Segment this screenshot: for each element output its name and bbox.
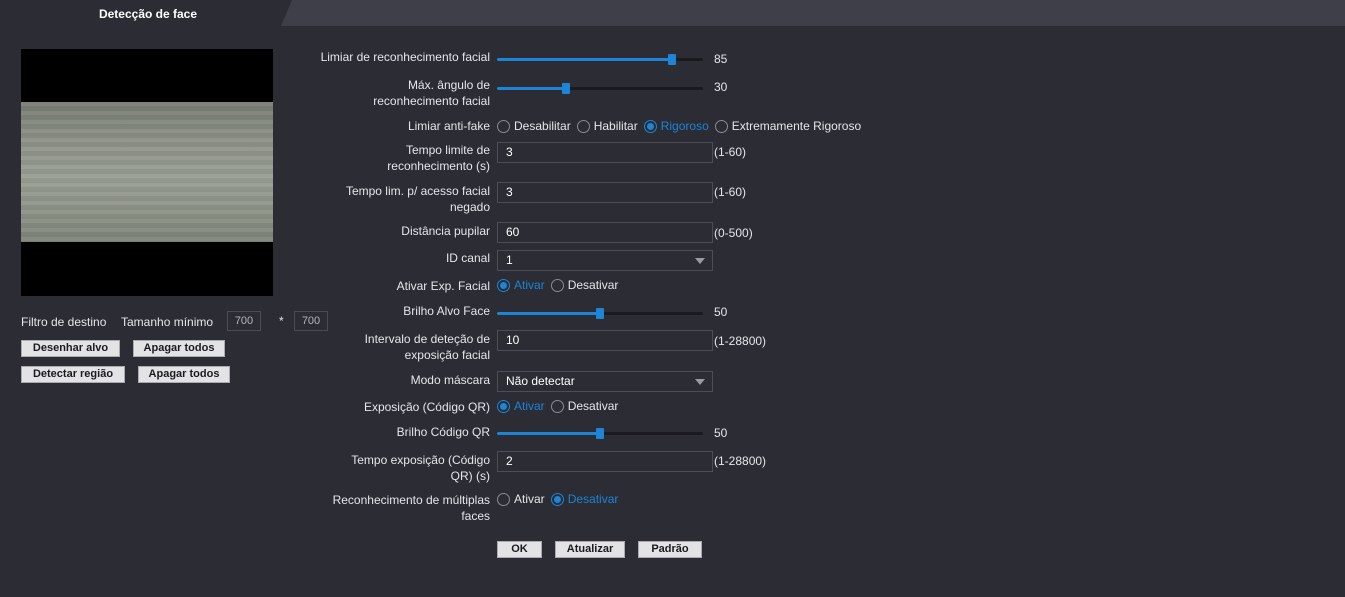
radio-ativar[interactable]: Ativar xyxy=(497,492,551,506)
pupil-distance-input[interactable]: 60 xyxy=(497,222,713,243)
slider-thumb[interactable] xyxy=(561,83,570,94)
refresh-button[interactable]: Atualizar xyxy=(555,541,625,558)
face-brightness-value: 50 xyxy=(714,305,728,319)
pupil-distance-label: Distância pupilar xyxy=(401,224,490,238)
camera-preview[interactable] xyxy=(21,49,273,296)
exposure-interval-input[interactable]: 10 xyxy=(497,330,713,351)
radio-habilitar[interactable]: Habilitar xyxy=(576,119,644,133)
qr-exposure-radio-group: Ativar Desativar xyxy=(497,398,624,414)
radio-desativar[interactable]: Desativar xyxy=(550,278,625,292)
slider-thumb[interactable] xyxy=(668,54,677,65)
qr-brightness-slider[interactable] xyxy=(497,427,703,439)
radio-label: Desativar xyxy=(567,278,619,292)
multi-face-radio-group: Ativar Desativar xyxy=(497,491,624,507)
mask-mode-value: Não detectar xyxy=(506,374,575,388)
camera-image xyxy=(21,102,273,242)
radio-label: Habilitar xyxy=(593,119,638,133)
recognition-timeout-label: Tempo limite de reconhecimento (s) xyxy=(387,143,490,173)
chevron-down-icon xyxy=(695,258,705,264)
min-height-field[interactable]: 700 xyxy=(294,311,328,331)
default-button[interactable]: Padrão xyxy=(638,541,702,558)
radio-unchecked-icon[interactable] xyxy=(714,119,728,133)
qr-exposure-time-input[interactable]: 2 xyxy=(497,451,713,472)
qr-brightness-value: 50 xyxy=(714,426,728,440)
radio-unchecked-icon[interactable] xyxy=(497,492,510,506)
radio-checked-icon[interactable] xyxy=(550,492,564,506)
radio-ativar[interactable]: Ativar xyxy=(497,278,551,292)
anti-fake-radio-group: Desabilitar Habilitar Rigoroso Extremamente… xyxy=(497,118,867,134)
target-filter-label: Filtro de destino xyxy=(21,315,107,329)
mask-mode-select[interactable]: Não detectar xyxy=(497,371,713,392)
slider-thumb[interactable] xyxy=(596,308,604,319)
channel-id-value: 1 xyxy=(506,253,513,267)
slider-fill xyxy=(497,312,600,315)
denied-timeout-label: Tempo lim. p/ acesso facial negado xyxy=(345,184,490,214)
radio-label: Desativar xyxy=(567,492,619,506)
recognition-timeout-input[interactable]: 3 xyxy=(497,142,713,163)
size-separator: * xyxy=(279,314,284,328)
recognition-timeout-range: (1-60) xyxy=(714,145,747,159)
radio-label: Desativar xyxy=(567,399,619,413)
radio-label: Rigoroso xyxy=(660,119,709,133)
radio-extremamente-rigoroso[interactable]: Extremamente Rigoroso xyxy=(714,119,867,133)
slider-fill xyxy=(497,58,673,61)
radio-desabilitar[interactable]: Desabilitar xyxy=(497,119,577,133)
denied-timeout-input[interactable]: 3 xyxy=(497,182,713,203)
radio-checked-icon[interactable] xyxy=(497,399,510,413)
min-width-field[interactable]: 700 xyxy=(227,311,261,331)
mask-mode-label: Modo máscara xyxy=(410,373,490,387)
radio-checked-icon[interactable] xyxy=(497,278,510,292)
recognition-threshold-label: Limiar de reconhecimento facial xyxy=(320,50,490,64)
max-angle-slider[interactable] xyxy=(497,82,703,94)
radio-checked-icon[interactable] xyxy=(643,119,657,133)
radio-ativar[interactable]: Ativar xyxy=(497,399,551,413)
radio-rigoroso[interactable]: Rigoroso xyxy=(643,119,715,133)
slider-thumb[interactable] xyxy=(596,428,604,439)
radio-unchecked-icon[interactable] xyxy=(550,399,564,413)
qr-exposure-time-label: Tempo exposição (Código QR) (s) xyxy=(351,453,490,483)
radio-unchecked-icon[interactable] xyxy=(497,119,510,133)
channel-id-label: ID canal xyxy=(445,251,490,265)
clear-all-button-1[interactable]: Apagar todos xyxy=(133,340,225,357)
face-exposure-label: Ativar Exp. Facial xyxy=(396,279,490,293)
recognition-threshold-slider[interactable] xyxy=(497,53,703,65)
qr-exposure-time-range: (1-28800) xyxy=(714,454,767,468)
radio-desativar[interactable]: Desativar xyxy=(550,492,625,506)
face-brightness-label: Brilho Alvo Face xyxy=(403,304,490,318)
radio-label: Ativar xyxy=(514,492,545,506)
radio-label: Extremamente Rigoroso xyxy=(731,119,862,133)
ok-button[interactable]: OK xyxy=(497,541,542,558)
max-angle-value: 30 xyxy=(714,80,728,94)
min-size-label: Tamanho mínimo xyxy=(121,315,214,329)
pupil-distance-range: (0-500) xyxy=(714,226,753,240)
multi-face-label: Reconhecimento de múltiplas faces xyxy=(332,493,490,523)
anti-fake-label: Limiar anti-fake xyxy=(407,119,490,133)
slider-fill xyxy=(497,87,566,90)
qr-brightness-label: Brilho Código QR xyxy=(396,425,490,439)
recognition-threshold-value: 85 xyxy=(714,52,728,66)
face-brightness-slider[interactable] xyxy=(497,307,703,319)
slider-fill xyxy=(497,432,600,435)
radio-label: Ativar xyxy=(514,278,545,292)
radio-label: Desabilitar xyxy=(514,119,571,133)
draw-target-button[interactable]: Desenhar alvo xyxy=(21,340,120,357)
face-exposure-radio-group: Ativar Desativar xyxy=(497,277,624,293)
qr-exposure-label: Exposição (Código QR) xyxy=(363,400,490,414)
detect-region-button[interactable]: Detectar região xyxy=(21,366,125,383)
max-angle-label: Máx. ângulo de reconhecimento facial xyxy=(373,78,490,108)
radio-unchecked-icon[interactable] xyxy=(576,119,590,133)
tab-face-detection-label: Detecção de face xyxy=(98,7,198,21)
denied-timeout-range: (1-60) xyxy=(714,185,747,199)
radio-label: Ativar xyxy=(514,399,545,413)
exposure-interval-label: Intervalo de deteção de exposição facial xyxy=(364,332,490,362)
radio-desativar[interactable]: Desativar xyxy=(550,399,625,413)
clear-all-button-2[interactable]: Apagar todos xyxy=(138,366,230,383)
radio-unchecked-icon[interactable] xyxy=(550,278,564,292)
exposure-interval-range: (1-28800) xyxy=(714,334,767,348)
channel-id-select[interactable]: 1 xyxy=(497,250,713,271)
chevron-down-icon xyxy=(695,379,705,385)
